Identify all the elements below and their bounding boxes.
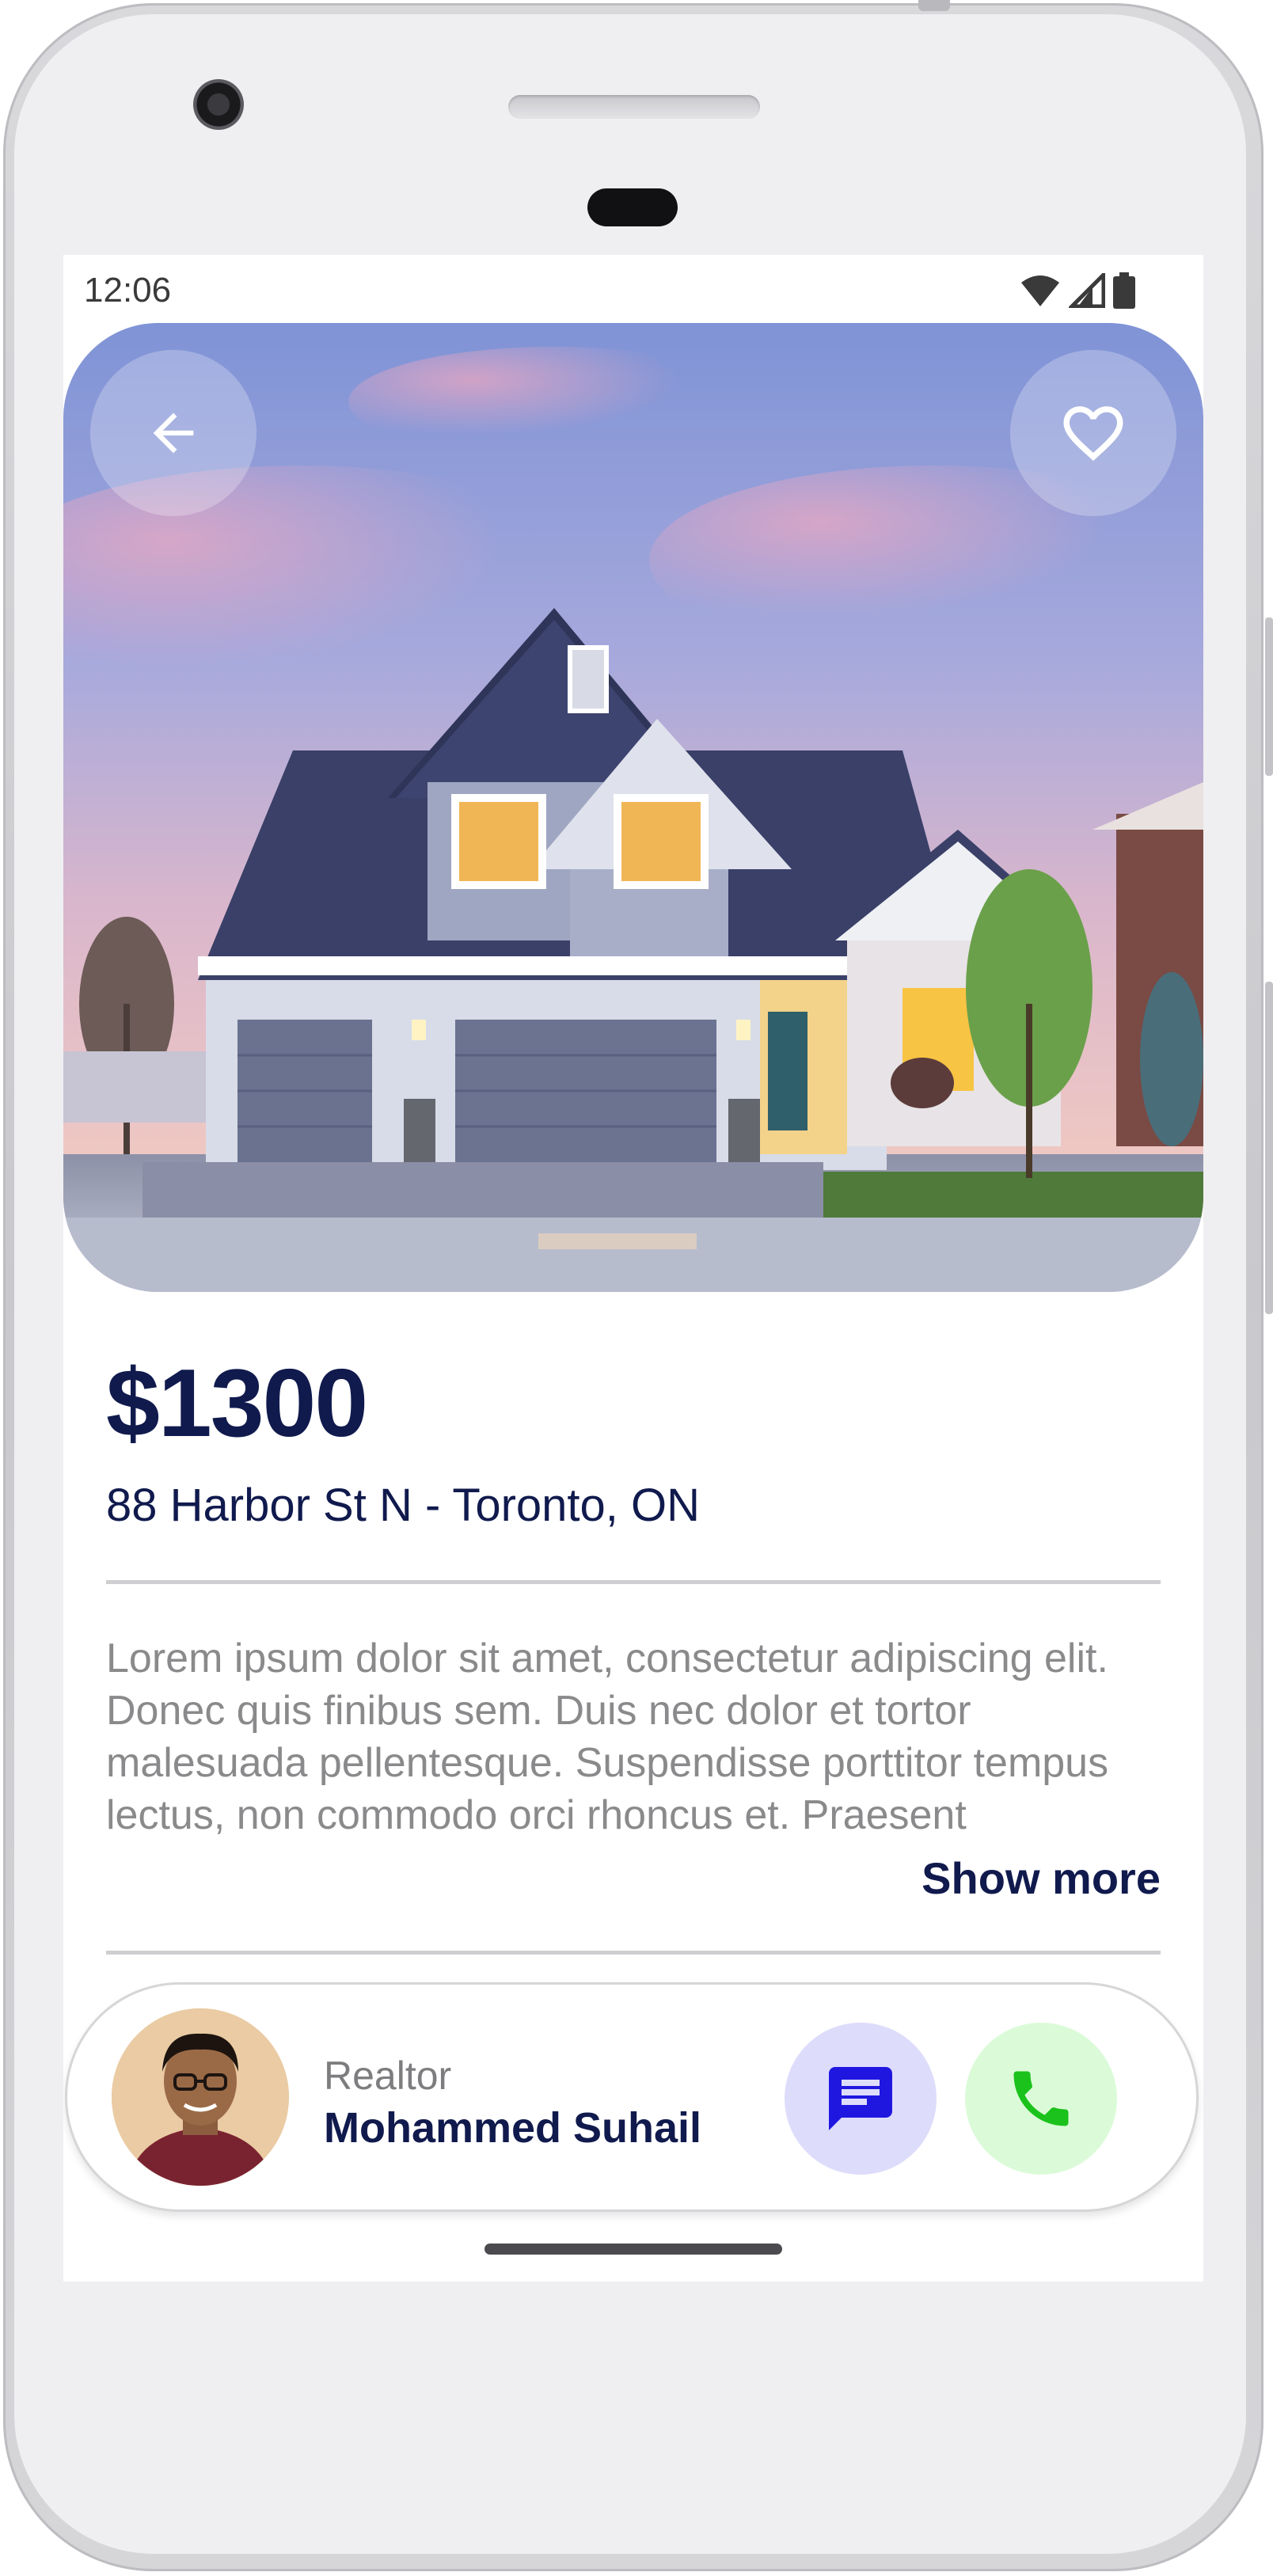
divider	[106, 1951, 1161, 1955]
message-button[interactable]	[785, 2023, 937, 2175]
app-screen: 12:06 $1300 88 Harbor St N - Toronto, ON…	[63, 255, 1203, 2282]
listing-description: Lorem ipsum dolor sit amet, consectetur …	[106, 1636, 1109, 1838]
realtor-card: Realtor Mohammed Suhail	[65, 1982, 1199, 2212]
call-button[interactable]	[965, 2023, 1117, 2175]
listing-address: 88 Harbor St N - Toronto, ON	[106, 1480, 701, 1531]
power-button	[1265, 617, 1273, 776]
signal-icon	[1069, 273, 1105, 308]
status-bar: 12:06	[63, 255, 1203, 323]
message-icon	[829, 2067, 892, 2130]
divider	[106, 1580, 1161, 1584]
status-icons	[1020, 272, 1135, 309]
realtor-name: Mohammed Suhail	[324, 2104, 702, 2152]
earpiece-speaker	[508, 95, 760, 119]
battery-icon	[1113, 272, 1135, 309]
realtor-avatar-image	[112, 2008, 289, 2186]
top-button	[918, 0, 950, 11]
realtor-role: Realtor	[324, 2054, 452, 2098]
home-indicator[interactable]	[484, 2244, 782, 2255]
status-time: 12:06	[84, 271, 172, 310]
wifi-icon	[1021, 275, 1059, 306]
front-camera	[193, 79, 244, 130]
phone-icon	[1013, 2071, 1069, 2126]
heart-outline-icon	[1063, 406, 1123, 462]
show-more-link[interactable]: Show more	[922, 1852, 1161, 1904]
favorite-button[interactable]	[1010, 350, 1176, 516]
phone-frame: 12:06 $1300 88 Harbor St N - Toronto, ON…	[0, 0, 1273, 2576]
volume-button	[1265, 982, 1273, 1314]
avatar	[112, 2008, 289, 2186]
property-photo	[63, 323, 1203, 1292]
back-button[interactable]	[90, 350, 256, 516]
arrow-left-icon	[153, 412, 194, 454]
listing-price: $1300	[106, 1349, 368, 1457]
proximity-sensor	[587, 188, 678, 226]
